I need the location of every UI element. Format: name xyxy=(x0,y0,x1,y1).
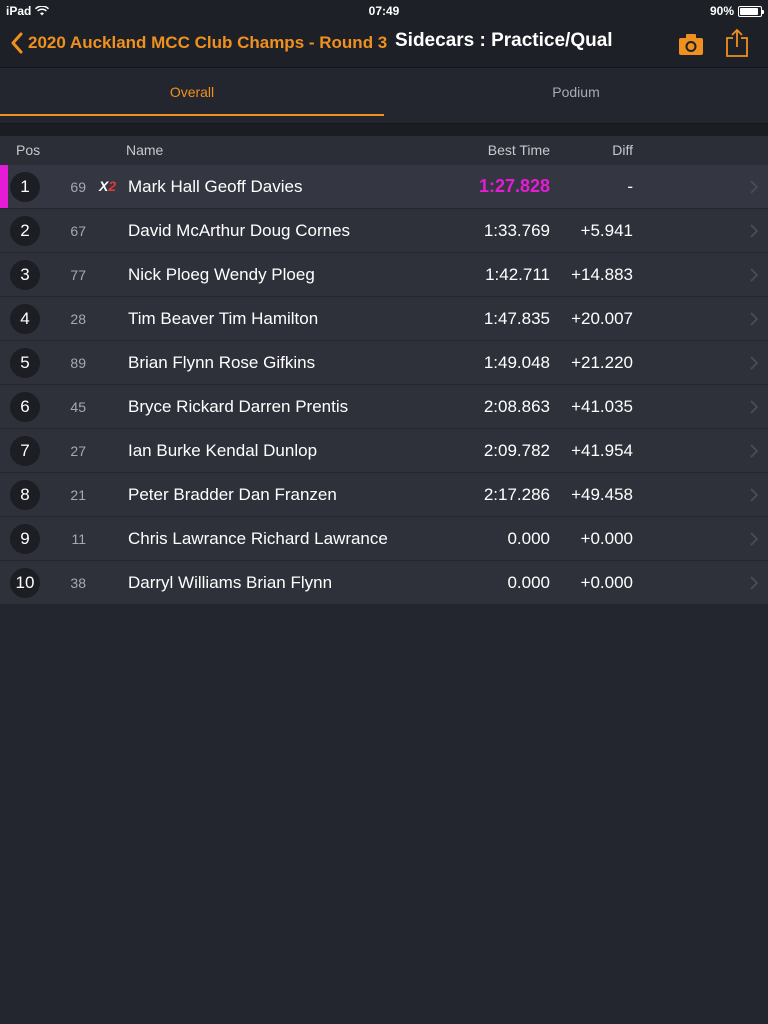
rider-names: Tim Beaver Tim Hamilton xyxy=(128,309,319,328)
table-row[interactable]: 2 67 David McArthur Doug Cornes 1:33.769… xyxy=(0,209,768,253)
diff-time: +21.220 xyxy=(571,353,633,372)
position-badge: 8 xyxy=(10,480,40,510)
status-bar: iPad 07:49 90% xyxy=(0,0,768,20)
table-row[interactable]: 7 27 Ian Burke Kendal Dunlop 2:09.782 +4… xyxy=(0,429,768,473)
tab-overall[interactable]: Overall xyxy=(0,69,384,117)
best-time: 1:49.048 xyxy=(483,353,550,372)
diff-time: +0.000 xyxy=(580,573,633,592)
position-badge: 1 xyxy=(10,172,40,202)
results-list: 1 69 X2 Mark Hall Geoff Davies 1:27.828 … xyxy=(0,165,768,605)
race-number: 28 xyxy=(70,311,86,327)
chevron-right-icon xyxy=(750,312,758,326)
chevron-right-icon xyxy=(750,224,758,238)
table-row[interactable]: 1 69 X2 Mark Hall Geoff Davies 1:27.828 … xyxy=(0,165,768,209)
rider-names: Nick Ploeg Wendy Ploeg xyxy=(128,265,315,284)
battery-icon xyxy=(738,5,764,17)
table-row[interactable]: 10 38 Darryl Williams Brian Flynn 0.000 … xyxy=(0,561,768,605)
back-button[interactable]: 2020 Auckland MCC Club Champs - Round 3 xyxy=(10,30,387,56)
race-number: 27 xyxy=(70,443,86,459)
chevron-right-icon xyxy=(750,576,758,590)
best-time: 2:17.286 xyxy=(483,485,550,504)
header-pos: Pos xyxy=(16,142,41,158)
race-number: 69 xyxy=(70,179,86,195)
rider-names: Darryl Williams Brian Flynn xyxy=(128,573,333,592)
chevron-right-icon xyxy=(750,488,758,502)
share-icon[interactable] xyxy=(724,28,750,58)
x2-badge-2: 2 xyxy=(108,178,117,194)
rider-names: Chris Lawrance Richard Lawrance xyxy=(128,529,388,548)
page-title: Sidecars : Practice/Qual xyxy=(395,30,613,51)
rider-names: Ian Burke Kendal Dunlop xyxy=(128,441,318,460)
best-time: 0.000 xyxy=(507,529,550,548)
best-time: 1:42.711 xyxy=(485,265,550,284)
diff-time: +0.000 xyxy=(580,529,633,548)
table-row[interactable]: 6 45 Bryce Rickard Darren Prentis 2:08.8… xyxy=(0,385,768,429)
chevron-right-icon xyxy=(750,268,758,282)
header-name: Name xyxy=(126,142,164,158)
diff-time: +20.007 xyxy=(571,309,633,328)
tab-podium[interactable]: Podium xyxy=(384,69,768,117)
table-row[interactable]: 4 28 Tim Beaver Tim Hamilton 1:47.835 +2… xyxy=(0,297,768,341)
race-number: 45 xyxy=(70,399,86,415)
x2-badge: X2 xyxy=(99,178,116,194)
position-badge: 2 xyxy=(10,216,40,246)
rider-names: Bryce Rickard Darren Prentis xyxy=(128,397,349,416)
race-number: 11 xyxy=(71,531,86,547)
battery-percent: 90% xyxy=(709,4,734,18)
position-badge: 7 xyxy=(10,436,40,466)
chevron-right-icon xyxy=(750,400,758,414)
table-row[interactable]: 8 21 Peter Bradder Dan Franzen 2:17.286 … xyxy=(0,473,768,517)
position-badge: 3 xyxy=(10,260,40,290)
diff-time: - xyxy=(627,177,633,196)
battery-fill xyxy=(740,7,758,15)
chevron-right-icon xyxy=(750,444,758,458)
best-time: 1:27.828 xyxy=(478,176,550,196)
best-time: 1:33.769 xyxy=(483,221,550,240)
diff-time: +5.941 xyxy=(580,221,633,240)
chevron-right-icon xyxy=(750,356,758,370)
position-badge: 4 xyxy=(10,304,40,334)
position-badge: 10 xyxy=(10,568,40,598)
chevron-right-icon xyxy=(750,180,758,194)
selected-tab-indicator xyxy=(0,114,384,116)
camera-icon[interactable] xyxy=(678,32,704,56)
table-row[interactable]: 3 77 Nick Ploeg Wendy Ploeg 1:42.711 +14… xyxy=(0,253,768,297)
race-number: 89 xyxy=(70,355,86,371)
header-best-time: Best Time xyxy=(487,142,550,158)
best-time: 1:47.835 xyxy=(483,309,550,328)
clock: 07:49 xyxy=(368,4,400,18)
chevron-left-icon xyxy=(11,32,23,54)
chevron-right-icon xyxy=(750,532,758,546)
position-badge: 5 xyxy=(10,348,40,378)
diff-time: +41.035 xyxy=(571,397,633,416)
diff-time: +14.883 xyxy=(571,265,633,284)
race-number: 67 xyxy=(70,223,86,239)
best-time: 2:09.782 xyxy=(483,441,550,460)
divider xyxy=(0,124,768,136)
rider-names: David McArthur Doug Cornes xyxy=(128,221,351,240)
segment-tabs: Overall Podium xyxy=(0,69,768,124)
table-row[interactable]: 9 11 Chris Lawrance Richard Lawrance 0.0… xyxy=(0,517,768,561)
diff-time: +49.458 xyxy=(571,485,633,504)
race-number: 38 xyxy=(70,575,86,591)
back-label: 2020 Auckland MCC Club Champs - Round 3 xyxy=(28,33,388,52)
rider-names: Mark Hall Geoff Davies xyxy=(128,177,303,196)
race-number: 21 xyxy=(70,487,86,503)
table-row[interactable]: 5 89 Brian Flynn Rose Gifkins 1:49.048 +… xyxy=(0,341,768,385)
header-diff: Diff xyxy=(612,142,633,158)
nav-bar: 2020 Auckland MCC Club Champs - Round 3 … xyxy=(0,20,768,68)
position-badge: 6 xyxy=(10,392,40,422)
status-right: 90% xyxy=(709,4,764,18)
best-time: 2:08.863 xyxy=(483,397,550,416)
diff-time: +41.954 xyxy=(571,441,633,460)
rider-names: Brian Flynn Rose Gifkins xyxy=(128,353,316,372)
rider-names: Peter Bradder Dan Franzen xyxy=(128,485,337,504)
leader-marker xyxy=(0,165,8,208)
position-badge: 9 xyxy=(10,524,40,554)
best-time: 0.000 xyxy=(507,573,550,592)
table-header: Pos Name Best Time Diff xyxy=(0,136,768,165)
race-number: 77 xyxy=(70,267,86,283)
x2-badge-x: X xyxy=(99,178,109,194)
